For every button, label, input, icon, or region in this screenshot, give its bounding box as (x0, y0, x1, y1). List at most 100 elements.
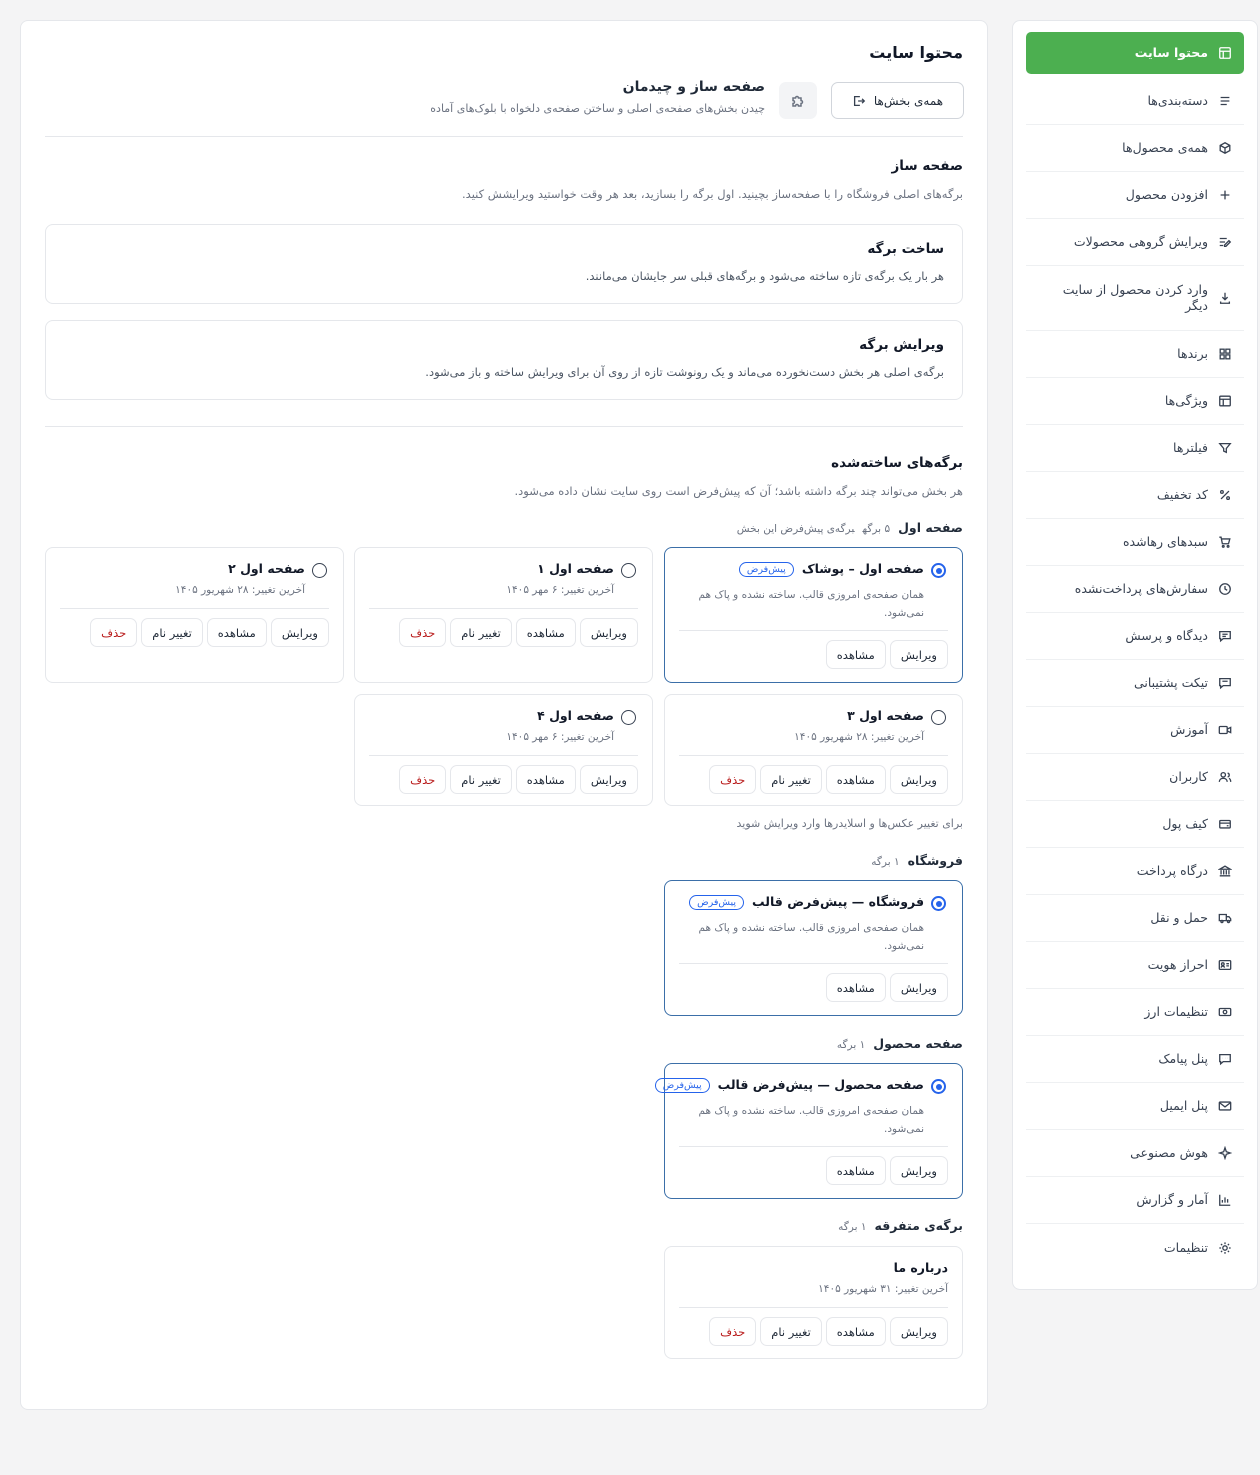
sidebar-item-users[interactable]: کاربران (1026, 754, 1244, 801)
sidebar-item-label: درگاه پرداخت (1136, 863, 1208, 878)
sidebar-item-all-products[interactable]: همه‌ی محصول‌ها (1026, 125, 1244, 172)
view-button[interactable]: مشاهده (825, 765, 886, 794)
view-button[interactable]: مشاهده (206, 618, 267, 647)
view-button[interactable]: مشاهده (515, 765, 576, 794)
sidebar-item-label: دیدگاه و پرسش (1125, 628, 1208, 643)
sidebar-item-unpaid-orders[interactable]: سفارش‌های پرداخت‌نشده (1026, 566, 1244, 613)
rename-button[interactable]: تغییر نام (450, 765, 512, 794)
sidebar-item-bulk-edit[interactable]: ویرایش گروهی محصولات (1026, 219, 1244, 266)
view-button[interactable]: مشاهده (825, 1317, 886, 1346)
edit-page-desc: برگه‌ی اصلی هر بخش دست‌نخورده می‌ماند و … (425, 365, 944, 379)
built-pages-subtitle: هر بخش می‌تواند چند برگه داشته باشد؛ آن … (514, 484, 963, 498)
page-card-about[interactable]: درباره ما آخرین تغییر: ۳۱ شهریور ۱۴۰۵ وی… (664, 1246, 963, 1359)
default-radio[interactable] (931, 1079, 946, 1094)
rename-button[interactable]: تغییر نام (141, 618, 203, 647)
page-card-home-3[interactable]: صفحه اول ۳ آخرین تغییر: ۲۸ شهریور ۱۴۰۵ و… (664, 694, 963, 806)
group-count: ۵ برگه (862, 523, 891, 535)
sidebar-item-label: محتوا سایت (1134, 45, 1208, 60)
sidebar-item-label: فیلترها (1173, 440, 1208, 455)
sidebar-item-tickets[interactable]: تیکت پشتیبانی (1026, 660, 1244, 707)
sidebar-item-tutorials[interactable]: آموزش (1026, 707, 1244, 754)
sidebar-item-import[interactable]: وارد کردن محصول از سایت دیگر (1026, 266, 1244, 331)
edit-button[interactable]: ویرایش (270, 618, 329, 647)
page-card-home-1[interactable]: صفحه اول ۱ آخرین تغییر: ۶ مهر ۱۴۰۵ ویرای… (354, 547, 653, 683)
sidebar-item-label: تیکت پشتیبانی (1133, 675, 1208, 690)
sidebar-item-abandoned-carts[interactable]: سبدهای رهاشده (1026, 519, 1244, 566)
page-title: محتوا سایت (869, 43, 963, 62)
sidebar-item-discount[interactable]: کد تخفیف (1026, 472, 1244, 519)
page-card-home-4[interactable]: صفحه اول ۴ آخرین تغییر: ۶ مهر ۱۴۰۵ ویرای… (354, 694, 653, 806)
default-radio[interactable] (931, 896, 946, 911)
delete-button[interactable]: حذف (90, 618, 138, 647)
edit-button[interactable]: ویرایش (889, 1317, 948, 1346)
sidebar-item-comments[interactable]: دیدگاه و پرسش (1026, 613, 1244, 660)
sidebar-item-email[interactable]: پنل ایمیل (1026, 1083, 1244, 1130)
rename-button[interactable]: تغییر نام (760, 765, 822, 794)
delete-button[interactable]: حذف (709, 1317, 757, 1346)
sidebar-item-label: احراز هویت (1147, 957, 1208, 972)
view-button[interactable]: مشاهده (825, 640, 886, 669)
built-pages-title: برگه‌های ساخته‌شده (831, 455, 963, 471)
edit-button[interactable]: ویرایش (579, 618, 638, 647)
card-title: صفحه اول ۲ (228, 561, 305, 576)
sidebar-item-payment-gateway[interactable]: درگاه پرداخت (1026, 848, 1244, 895)
all-sections-button[interactable]: همه‌ی بخش‌ها (831, 82, 964, 119)
create-page-box[interactable]: ساخت برگه هر بار یک برگه‌ی تازه ساخته می… (45, 224, 963, 304)
page-card-product-default[interactable]: صفحه محصول — پیش‌فرض قالبپیش‌فرض همان صف… (654, 1063, 963, 1199)
sidebar-item-reports[interactable]: آمار و گزارش (1026, 1177, 1244, 1224)
sidebar-item-label: وارد کردن محصول از سایت دیگر (1062, 282, 1208, 313)
card-desc: همان صفحه‌ی امروزی قالب. ساخته نشده و پا… (698, 1105, 924, 1135)
bank-icon (1218, 864, 1232, 878)
sidebar-item-label: سفارش‌های پرداخت‌نشده (1074, 581, 1208, 596)
edit-button[interactable]: ویرایش (889, 973, 948, 1002)
edit-button[interactable]: ویرایش (889, 1156, 948, 1185)
default-radio[interactable] (621, 710, 636, 725)
default-radio[interactable] (931, 710, 946, 725)
sidebar-item-brands[interactable]: برندها (1026, 331, 1244, 378)
delete-button[interactable]: حذف (399, 618, 447, 647)
sidebar-item-wallet[interactable]: کیف پول (1026, 801, 1244, 848)
rename-button[interactable]: تغییر نام (450, 618, 512, 647)
default-radio[interactable] (621, 563, 636, 578)
sidebar-item-currency[interactable]: تنظیمات ارز (1026, 989, 1244, 1036)
puzzle-icon (779, 82, 817, 119)
main-panel: محتوا سایت صفحه ساز و چیدمان چیدن بخش‌ها… (20, 20, 988, 1410)
view-button[interactable]: مشاهده (825, 1156, 886, 1185)
card-title: فروشگاه — پیش‌فرض قالبپیش‌فرض (689, 894, 924, 910)
view-button[interactable]: مشاهده (515, 618, 576, 647)
box-icon (1218, 141, 1232, 155)
edit-button[interactable]: ویرایش (579, 765, 638, 794)
sidebar-item-filters[interactable]: فیلترها (1026, 425, 1244, 472)
page-card-home-2[interactable]: صفحه اول ۲ آخرین تغییر: ۲۸ شهریور ۱۴۰۵ و… (45, 547, 344, 683)
card-divider (679, 1146, 948, 1147)
group-count: ۱ برگه (871, 856, 900, 868)
sidebar-item-categories[interactable]: دسته‌بندی‌ها (1026, 78, 1244, 125)
delete-button[interactable]: حذف (399, 765, 447, 794)
view-button[interactable]: مشاهده (825, 973, 886, 1002)
sidebar-item-kyc[interactable]: احراز هویت (1026, 942, 1244, 989)
sidebar-item-sms[interactable]: پنل پیامک (1026, 1036, 1244, 1083)
sidebar-item-attributes[interactable]: ویژگی‌ها (1026, 378, 1244, 425)
default-radio[interactable] (931, 563, 946, 578)
table-icon (1218, 394, 1232, 408)
sidebar-item-label: تنظیمات (1163, 1239, 1208, 1255)
sidebar-item-shipping[interactable]: حمل و نقل (1026, 895, 1244, 942)
group-product-label: صفحه محصول ۱ برگه (837, 1036, 963, 1051)
edit-page-box[interactable]: ویرایش برگه برگه‌ی اصلی هر بخش دست‌نخورد… (45, 320, 963, 400)
edit-button[interactable]: ویرایش (889, 765, 948, 794)
sidebar-item-site-content[interactable]: محتوا سایت (1026, 32, 1244, 74)
group-name: صفحه اول (898, 520, 963, 535)
card-title: صفحه اول – پوشاکپیش‌فرض (738, 561, 924, 577)
delete-button[interactable]: حذف (709, 765, 757, 794)
page-card-home-default[interactable]: صفحه اول – پوشاکپیش‌فرض همان صفحه‌ی امرو… (664, 547, 963, 683)
group-name: فروشگاه (907, 853, 963, 868)
edit-button[interactable]: ویرایش (889, 640, 948, 669)
rename-button[interactable]: تغییر نام (760, 1317, 822, 1346)
sidebar-item-settings[interactable]: تنظیمات (1026, 1224, 1244, 1271)
page-card-shop-default[interactable]: فروشگاه — پیش‌فرض قالبپیش‌فرض همان صفحه‌… (664, 880, 963, 1016)
card-desc: همان صفحه‌ی امروزی قالب. ساخته نشده و پا… (698, 589, 924, 619)
default-radio[interactable] (312, 563, 327, 578)
divider (45, 136, 963, 137)
sidebar-item-ai[interactable]: هوش مصنوعی (1026, 1130, 1244, 1177)
sidebar-item-add-product[interactable]: افزودن محصول (1026, 172, 1244, 219)
